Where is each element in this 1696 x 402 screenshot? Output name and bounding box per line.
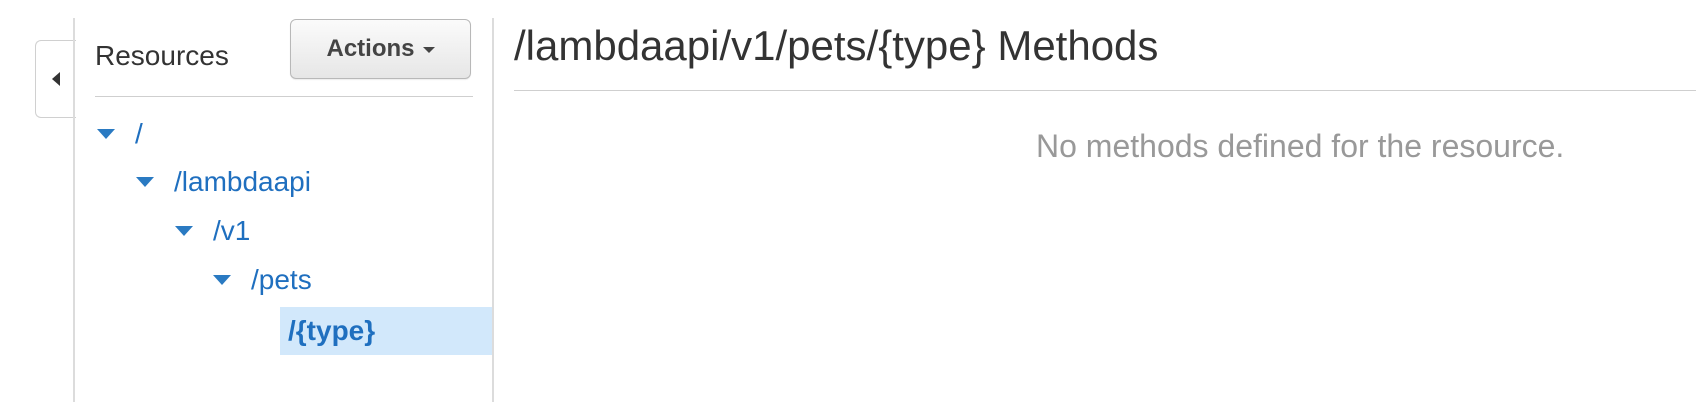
- resources-divider: [95, 96, 473, 97]
- expand-caret-icon[interactable]: [136, 177, 154, 187]
- tree-item-v1[interactable]: /v1: [175, 207, 250, 255]
- tree-item-lambdaapi[interactable]: /lambdaapi: [136, 158, 311, 206]
- expand-caret-icon[interactable]: [97, 129, 115, 139]
- collapse-sidebar-tab[interactable]: [35, 40, 76, 118]
- tree-item-pets[interactable]: /pets: [213, 256, 312, 304]
- tree-item-label: /v1: [213, 215, 251, 246]
- tree-item-label: /: [135, 118, 143, 149]
- tree-item-root[interactable]: /: [97, 110, 143, 158]
- page-title: /lambdaapi/v1/pets/{type} Methods: [514, 22, 1159, 69]
- resources-title: Resources: [95, 40, 229, 71]
- caret-left-icon: [52, 72, 60, 86]
- tree-item-label: /pets: [251, 264, 312, 295]
- empty-methods-message: No methods defined for the resource.: [1036, 128, 1565, 164]
- tree-item-type-selected[interactable]: /{type}: [280, 307, 494, 355]
- tree-item-label: /{type}: [288, 315, 376, 346]
- sidebar-left-border: [73, 18, 75, 402]
- tree-item-label: /lambdaapi: [174, 166, 311, 197]
- expand-caret-icon[interactable]: [175, 226, 193, 236]
- chevron-down-icon: [422, 47, 435, 53]
- actions-button[interactable]: Actions: [290, 19, 471, 79]
- title-divider: [514, 90, 1696, 91]
- sidebar-right-border: [492, 18, 494, 402]
- expand-caret-icon[interactable]: [213, 275, 231, 285]
- actions-button-label: Actions: [326, 35, 415, 62]
